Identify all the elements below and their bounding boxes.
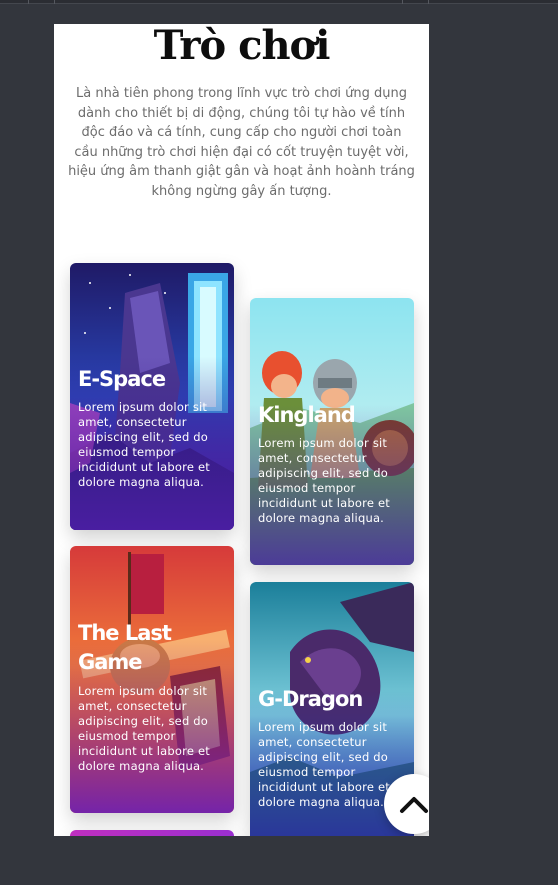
game-card-the-last-game[interactable]: The Last Game Lorem ipsum dolor sit amet… [70, 546, 234, 813]
section-title: Trò chơi [153, 24, 331, 69]
game-title: E-Space [78, 367, 166, 391]
game-title: The Last Game [78, 621, 172, 674]
game-title: Kingland [258, 403, 356, 427]
game-card-kingland[interactable]: Kingland Lorem ipsum dolor sit amet, con… [250, 298, 414, 565]
game-description: Lorem ipsum dolor sit amet, consectetur … [78, 400, 210, 489]
game-description: Lorem ipsum dolor sit amet, consectetur … [78, 684, 210, 773]
game-title: G-Dragon [258, 687, 363, 711]
game-card-next[interactable] [70, 830, 234, 836]
section-intro: Là nhà tiên phong trong lĩnh vực trò chơ… [68, 86, 415, 199]
games-section: Trò chơi Là nhà tiên phong trong lĩnh vự… [54, 24, 429, 836]
game-card-e-space[interactable]: E-Space Lorem ipsum dolor sit amet, cons… [70, 263, 234, 530]
game-description: Lorem ipsum dolor sit amet, consectetur … [258, 436, 390, 525]
browser-top-bar [0, 0, 558, 4]
chevron-up-icon [400, 797, 428, 813]
